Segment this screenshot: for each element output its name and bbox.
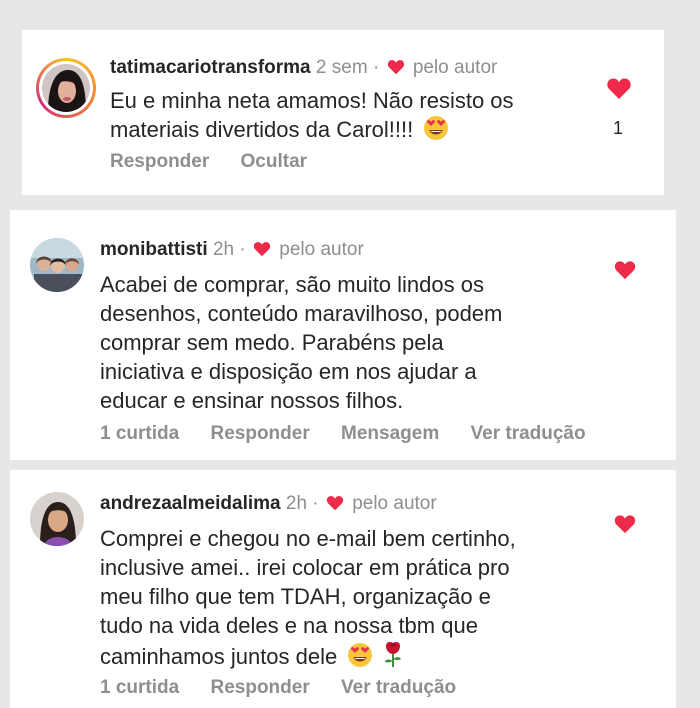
heart-eyes-emoji [347, 642, 373, 675]
like-count: 1 [613, 118, 624, 138]
comment-line: comprar sem medo. Parabéns pela [100, 330, 444, 355]
username[interactable]: monibattisti [100, 239, 208, 260]
rose-emoji [382, 640, 404, 675]
comment-line: materiais divertidos da Carol!!!! [110, 117, 414, 142]
reply-button[interactable]: Responder [210, 423, 309, 444]
comment-actions: Responder Ocultar [110, 151, 333, 173]
avatar[interactable] [30, 238, 84, 292]
comment-line: iniciativa e disposição em nos ajudar a [100, 359, 477, 384]
likes-count-link[interactable]: 1 curtida [100, 423, 179, 444]
separator: · [239, 239, 246, 260]
heart-icon [326, 495, 344, 517]
comment-line: desenhos, conteúdo maravilhoso, podem [100, 301, 503, 326]
message-button[interactable]: Mensagem [341, 423, 439, 444]
heart-icon [253, 241, 271, 263]
comment-text: Eu e minha neta amamos! Não resisto os m… [110, 86, 590, 148]
comment-text: Comprei e chegou no e-mail bem certinho,… [100, 524, 620, 675]
heart-eyes-emoji [423, 115, 449, 148]
translate-button[interactable]: Ver tradução [471, 423, 586, 444]
username[interactable]: andrezaalmeidalima [100, 493, 281, 514]
separator: · [372, 57, 380, 78]
hide-button[interactable]: Ocultar [241, 151, 308, 172]
like-button[interactable] [606, 77, 632, 105]
comment-actions: 1 curtida Responder Ver tradução [100, 677, 482, 699]
comment-card: andrezaalmeidalima 2h · pelo autor Compr… [10, 470, 676, 708]
timestamp: 2h [212, 239, 235, 260]
comment-text: Acabei de comprar, são muito lindos os d… [100, 270, 620, 415]
comment-card: monibattisti 2h · pelo autor Acabei de c… [10, 210, 676, 460]
liked-by-author: pelo autor [279, 239, 364, 260]
comment-line: Comprei e chegou no e-mail bem certinho, [100, 526, 516, 551]
likes-count-link[interactable]: 1 curtida [100, 677, 179, 698]
comment-card: tatimacariotransforma 2 sem · pelo autor… [22, 30, 664, 195]
avatar[interactable] [36, 58, 96, 118]
comment-meta: monibattisti 2h · pelo autor [100, 239, 364, 263]
like-button[interactable] [614, 260, 636, 285]
separator: · [312, 493, 319, 514]
comment-line: inclusive amei.. irei colocar em prática… [100, 555, 510, 580]
comment-line: tudo na vida deles e na nossa tbm que [100, 613, 478, 638]
username[interactable]: tatimacariotransforma [110, 57, 311, 78]
comment-line: educar e ensinar nossos filhos. [100, 388, 404, 413]
liked-by-author: pelo autor [412, 57, 498, 78]
comment-actions: 1 curtida Responder Mensagem Ver traduçã… [100, 423, 612, 445]
comment-line: Acabei de comprar, são muito lindos os [100, 272, 484, 297]
comment-line: Eu e minha neta amamos! Não resisto os [110, 88, 514, 113]
timestamp: 2h [285, 493, 308, 514]
avatar[interactable] [30, 492, 84, 546]
reply-button[interactable]: Responder [210, 677, 309, 698]
comment-line: meu filho que tem TDAH, organização e [100, 584, 491, 609]
comment-meta: tatimacariotransforma 2 sem · pelo autor [110, 57, 497, 81]
like-button[interactable] [614, 514, 636, 539]
liked-by-author: pelo autor [352, 493, 437, 514]
heart-icon [387, 59, 405, 81]
reply-button[interactable]: Responder [110, 151, 209, 172]
translate-button[interactable]: Ver tradução [341, 677, 456, 698]
comment-meta: andrezaalmeidalima 2h · pelo autor [100, 493, 437, 517]
comment-line: caminhamos juntos dele [100, 644, 338, 669]
timestamp: 2 sem [315, 57, 368, 78]
